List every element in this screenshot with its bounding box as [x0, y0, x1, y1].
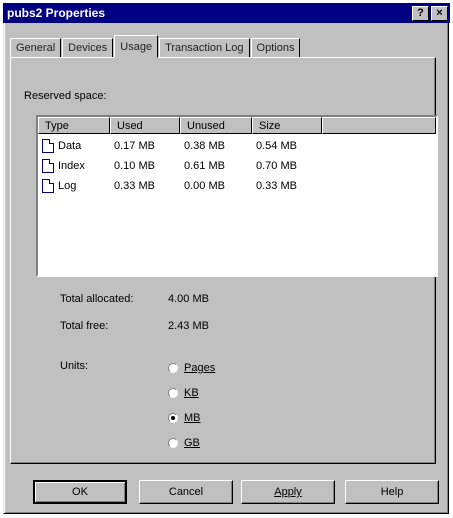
row-used: 0.33 MB — [114, 180, 155, 192]
tab-transaction-log[interactable]: Transaction Log — [159, 38, 250, 57]
units-label: Units: — [60, 360, 89, 372]
units-radio-kb[interactable]: KB — [168, 387, 199, 399]
document-icon — [42, 139, 54, 153]
table-row[interactable]: Log 0.33 MB 0.00 MB 0.33 MB — [38, 176, 320, 196]
total-allocated-label: Total allocated: — [60, 293, 134, 305]
units-radio-mb[interactable]: MB — [168, 412, 201, 424]
row-unused: 0.00 MB — [184, 180, 225, 192]
help-dialog-button[interactable]: Help — [345, 480, 439, 504]
column-header-unused[interactable]: Unused — [180, 117, 252, 134]
tab-options[interactable]: Options — [250, 38, 301, 57]
ok-button[interactable]: OK — [33, 480, 127, 504]
radio-button[interactable] — [168, 438, 178, 448]
radio-label: MB — [184, 412, 201, 424]
radio-button[interactable] — [168, 363, 178, 373]
tab-strip: General Devices Usage Transaction Log Op… — [10, 33, 301, 58]
radio-label: KB — [184, 387, 199, 399]
row-used: 0.10 MB — [114, 160, 155, 172]
close-button[interactable]: × — [431, 5, 448, 21]
total-free-value: 2.43 MB — [168, 320, 209, 332]
row-used: 0.17 MB — [114, 140, 155, 152]
radio-label: GB — [184, 437, 200, 449]
row-type: Log — [58, 180, 77, 192]
table-row[interactable]: Index 0.10 MB 0.61 MB 0.70 MB — [38, 156, 320, 176]
reserved-space-label: Reserved space: — [24, 90, 107, 102]
table-row[interactable]: Data 0.17 MB 0.38 MB 0.54 MB — [38, 136, 320, 156]
cancel-button[interactable]: Cancel — [139, 480, 233, 504]
help-button[interactable]: ? — [412, 5, 429, 21]
list-header: Type Used Unused Size — [38, 117, 436, 134]
row-type: Data — [58, 140, 82, 152]
radio-button[interactable] — [168, 388, 178, 398]
row-size: 0.54 MB — [256, 140, 297, 152]
total-allocated-value: 4.00 MB — [168, 293, 209, 305]
row-unused: 0.38 MB — [184, 140, 225, 152]
units-radio-gb[interactable]: GB — [168, 437, 200, 449]
units-radio-pages[interactable]: Pages — [168, 362, 215, 374]
row-type: Index — [58, 160, 85, 172]
document-icon — [42, 179, 54, 193]
tab-general[interactable]: General — [10, 38, 62, 57]
column-header-size[interactable]: Size — [252, 117, 322, 134]
total-free-label: Total free: — [60, 320, 109, 332]
window-title: pubs2 Properties — [7, 6, 106, 20]
row-size: 0.70 MB — [256, 160, 297, 172]
reserved-space-list[interactable]: Type Used Unused Size Data 0.17 MB 0.38 … — [36, 115, 438, 277]
column-header-empty — [322, 117, 436, 134]
row-unused: 0.61 MB — [184, 160, 225, 172]
document-icon — [42, 159, 54, 173]
column-header-type[interactable]: Type — [38, 117, 110, 134]
row-size: 0.33 MB — [256, 180, 297, 192]
radio-label: Pages — [184, 362, 216, 374]
radio-button-selected[interactable] — [168, 413, 178, 423]
title-bar: pubs2 Properties ? × — [3, 3, 450, 23]
column-header-used[interactable]: Used — [110, 117, 180, 134]
apply-button[interactable]: Apply — [241, 480, 335, 504]
tab-devices[interactable]: Devices — [62, 38, 114, 57]
tab-usage[interactable]: Usage — [114, 35, 159, 58]
